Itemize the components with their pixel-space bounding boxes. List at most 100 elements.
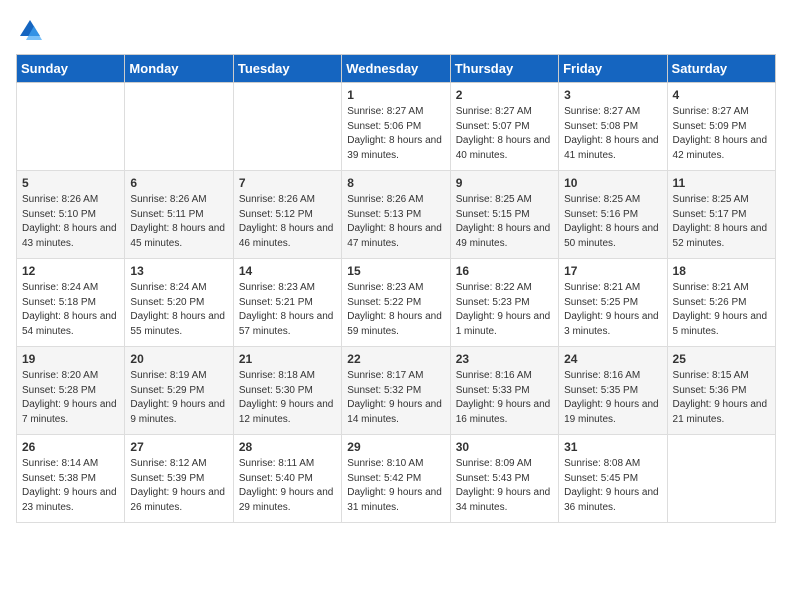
- day-cell: 7 Sunrise: 8:26 AM Sunset: 5:12 PM Daylig…: [233, 171, 341, 259]
- day-info: Sunrise: 8:21 AM Sunset: 5:25 PM Dayligh…: [564, 281, 661, 339]
- day-cell: 23Sunrise: 8:16 AM Sunset: 5:33 PM Dayli…: [450, 347, 558, 435]
- calendar-header: SundayMondayTuesdayWednesdayThursdayFrid…: [17, 55, 776, 83]
- day-number: 10: [564, 176, 661, 190]
- header-cell-monday: Monday: [125, 55, 233, 83]
- day-cell: 18Sunrise: 8:21 AM Sunset: 5:26 PM Dayli…: [667, 259, 775, 347]
- day-number: 8: [347, 176, 444, 190]
- day-info: Sunrise: 8:26 AM Sunset: 5:12 PM Dayligh…: [239, 193, 336, 251]
- day-info: Sunrise: 8:09 AM Sunset: 5:43 PM Dayligh…: [456, 457, 553, 515]
- day-info: Sunrise: 8:26 AM Sunset: 5:11 PM Dayligh…: [130, 193, 227, 251]
- day-number: 18: [673, 264, 770, 278]
- day-number: 22: [347, 352, 444, 366]
- header-cell-thursday: Thursday: [450, 55, 558, 83]
- day-number: 29: [347, 440, 444, 454]
- day-cell: 29 Sunrise: 8:10 AM Sunset: 5:42 PM Dayli…: [342, 435, 450, 523]
- day-number: 3: [564, 88, 661, 102]
- day-info: Sunrise: 8:24 AM Sunset: 5:20 PM Dayligh…: [130, 281, 227, 339]
- day-info: Sunrise: 8:25 AM Sunset: 5:15 PM Dayligh…: [456, 193, 553, 251]
- day-number: 5: [22, 176, 119, 190]
- day-cell: 11 Sunrise: 8:25 AM Sunset: 5:17 PM Dayli…: [667, 171, 775, 259]
- day-info: Sunrise: 8:10 AM Sunset: 5:42 PM Dayligh…: [347, 457, 444, 515]
- header-cell-friday: Friday: [559, 55, 667, 83]
- week-row-5: 26 Sunrise: 8:14 AM Sunset: 5:38 PM Dayli…: [17, 435, 776, 523]
- day-number: 7: [239, 176, 336, 190]
- day-cell: [17, 83, 125, 171]
- day-info: Sunrise: 8:27 AM Sunset: 5:09 PM Dayligh…: [673, 105, 770, 163]
- day-number: 28: [239, 440, 336, 454]
- day-number: 21: [239, 352, 336, 366]
- day-cell: [233, 83, 341, 171]
- day-info: Sunrise: 8:19 AM Sunset: 5:29 PM Dayligh…: [130, 369, 227, 427]
- day-number: 27: [130, 440, 227, 454]
- day-cell: 26 Sunrise: 8:14 AM Sunset: 5:38 PM Dayli…: [17, 435, 125, 523]
- day-info: Sunrise: 8:17 AM Sunset: 5:32 PM Dayligh…: [347, 369, 444, 427]
- day-number: 6: [130, 176, 227, 190]
- day-cell: 5 Sunrise: 8:26 AM Sunset: 5:10 PM Daylig…: [17, 171, 125, 259]
- header-cell-saturday: Saturday: [667, 55, 775, 83]
- day-number: 4: [673, 88, 770, 102]
- day-number: 24: [564, 352, 661, 366]
- day-cell: [667, 435, 775, 523]
- day-info: Sunrise: 8:11 AM Sunset: 5:40 PM Dayligh…: [239, 457, 336, 515]
- day-number: 12: [22, 264, 119, 278]
- week-row-2: 5 Sunrise: 8:26 AM Sunset: 5:10 PM Daylig…: [17, 171, 776, 259]
- day-cell: 20 Sunrise: 8:19 AM Sunset: 5:29 PM Dayli…: [125, 347, 233, 435]
- day-info: Sunrise: 8:22 AM Sunset: 5:23 PM Dayligh…: [456, 281, 553, 339]
- day-number: 11: [673, 176, 770, 190]
- day-cell: 2 Sunrise: 8:27 AM Sunset: 5:07 PM Daylig…: [450, 83, 558, 171]
- day-info: Sunrise: 8:23 AM Sunset: 5:22 PM Dayligh…: [347, 281, 444, 339]
- header-cell-tuesday: Tuesday: [233, 55, 341, 83]
- day-info: Sunrise: 8:26 AM Sunset: 5:10 PM Dayligh…: [22, 193, 119, 251]
- day-number: 1: [347, 88, 444, 102]
- day-info: Sunrise: 8:20 AM Sunset: 5:28 PM Dayligh…: [22, 369, 119, 427]
- logo-icon: [16, 16, 44, 44]
- day-cell: 27 Sunrise: 8:12 AM Sunset: 5:39 PM Dayli…: [125, 435, 233, 523]
- day-number: 16: [456, 264, 553, 278]
- day-cell: 28 Sunrise: 8:11 AM Sunset: 5:40 PM Dayli…: [233, 435, 341, 523]
- day-info: Sunrise: 8:16 AM Sunset: 5:35 PM Dayligh…: [564, 369, 661, 427]
- day-cell: 3Sunrise: 8:27 AM Sunset: 5:08 PM Daylig…: [559, 83, 667, 171]
- day-info: Sunrise: 8:23 AM Sunset: 5:21 PM Dayligh…: [239, 281, 336, 339]
- day-cell: 6 Sunrise: 8:26 AM Sunset: 5:11 PM Daylig…: [125, 171, 233, 259]
- day-info: Sunrise: 8:16 AM Sunset: 5:33 PM Dayligh…: [456, 369, 553, 427]
- day-cell: 30 Sunrise: 8:09 AM Sunset: 5:43 PM Dayli…: [450, 435, 558, 523]
- day-cell: 25Sunrise: 8:15 AM Sunset: 5:36 PM Dayli…: [667, 347, 775, 435]
- day-number: 2: [456, 88, 553, 102]
- day-info: Sunrise: 8:12 AM Sunset: 5:39 PM Dayligh…: [130, 457, 227, 515]
- day-number: 15: [347, 264, 444, 278]
- day-cell: 1 Sunrise: 8:27 AM Sunset: 5:06 PM Daylig…: [342, 83, 450, 171]
- day-cell: 17Sunrise: 8:21 AM Sunset: 5:25 PM Dayli…: [559, 259, 667, 347]
- day-cell: 9 Sunrise: 8:25 AM Sunset: 5:15 PM Daylig…: [450, 171, 558, 259]
- day-cell: 4 Sunrise: 8:27 AM Sunset: 5:09 PM Daylig…: [667, 83, 775, 171]
- day-cell: 24 Sunrise: 8:16 AM Sunset: 5:35 PM Dayli…: [559, 347, 667, 435]
- day-number: 14: [239, 264, 336, 278]
- day-cell: 15 Sunrise: 8:23 AM Sunset: 5:22 PM Dayli…: [342, 259, 450, 347]
- day-cell: 8 Sunrise: 8:26 AM Sunset: 5:13 PM Daylig…: [342, 171, 450, 259]
- header-cell-wednesday: Wednesday: [342, 55, 450, 83]
- header-cell-sunday: Sunday: [17, 55, 125, 83]
- day-info: Sunrise: 8:14 AM Sunset: 5:38 PM Dayligh…: [22, 457, 119, 515]
- calendar-table: SundayMondayTuesdayWednesdayThursdayFrid…: [16, 54, 776, 523]
- day-info: Sunrise: 8:27 AM Sunset: 5:07 PM Dayligh…: [456, 105, 553, 163]
- day-number: 30: [456, 440, 553, 454]
- week-row-3: 12Sunrise: 8:24 AM Sunset: 5:18 PM Dayli…: [17, 259, 776, 347]
- day-info: Sunrise: 8:26 AM Sunset: 5:13 PM Dayligh…: [347, 193, 444, 251]
- day-info: Sunrise: 8:18 AM Sunset: 5:30 PM Dayligh…: [239, 369, 336, 427]
- day-info: Sunrise: 8:25 AM Sunset: 5:17 PM Dayligh…: [673, 193, 770, 251]
- header-row: SundayMondayTuesdayWednesdayThursdayFrid…: [17, 55, 776, 83]
- day-cell: 21 Sunrise: 8:18 AM Sunset: 5:30 PM Dayli…: [233, 347, 341, 435]
- day-info: Sunrise: 8:27 AM Sunset: 5:06 PM Dayligh…: [347, 105, 444, 163]
- day-number: 26: [22, 440, 119, 454]
- day-number: 20: [130, 352, 227, 366]
- day-number: 31: [564, 440, 661, 454]
- day-number: 13: [130, 264, 227, 278]
- day-number: 9: [456, 176, 553, 190]
- day-cell: 16 Sunrise: 8:22 AM Sunset: 5:23 PM Dayli…: [450, 259, 558, 347]
- day-cell: [125, 83, 233, 171]
- day-cell: 22 Sunrise: 8:17 AM Sunset: 5:32 PM Dayli…: [342, 347, 450, 435]
- day-cell: 13 Sunrise: 8:24 AM Sunset: 5:20 PM Dayli…: [125, 259, 233, 347]
- calendar-body: 1 Sunrise: 8:27 AM Sunset: 5:06 PM Daylig…: [17, 83, 776, 523]
- day-info: Sunrise: 8:25 AM Sunset: 5:16 PM Dayligh…: [564, 193, 661, 251]
- day-cell: 31Sunrise: 8:08 AM Sunset: 5:45 PM Dayli…: [559, 435, 667, 523]
- page-header: [16, 16, 776, 44]
